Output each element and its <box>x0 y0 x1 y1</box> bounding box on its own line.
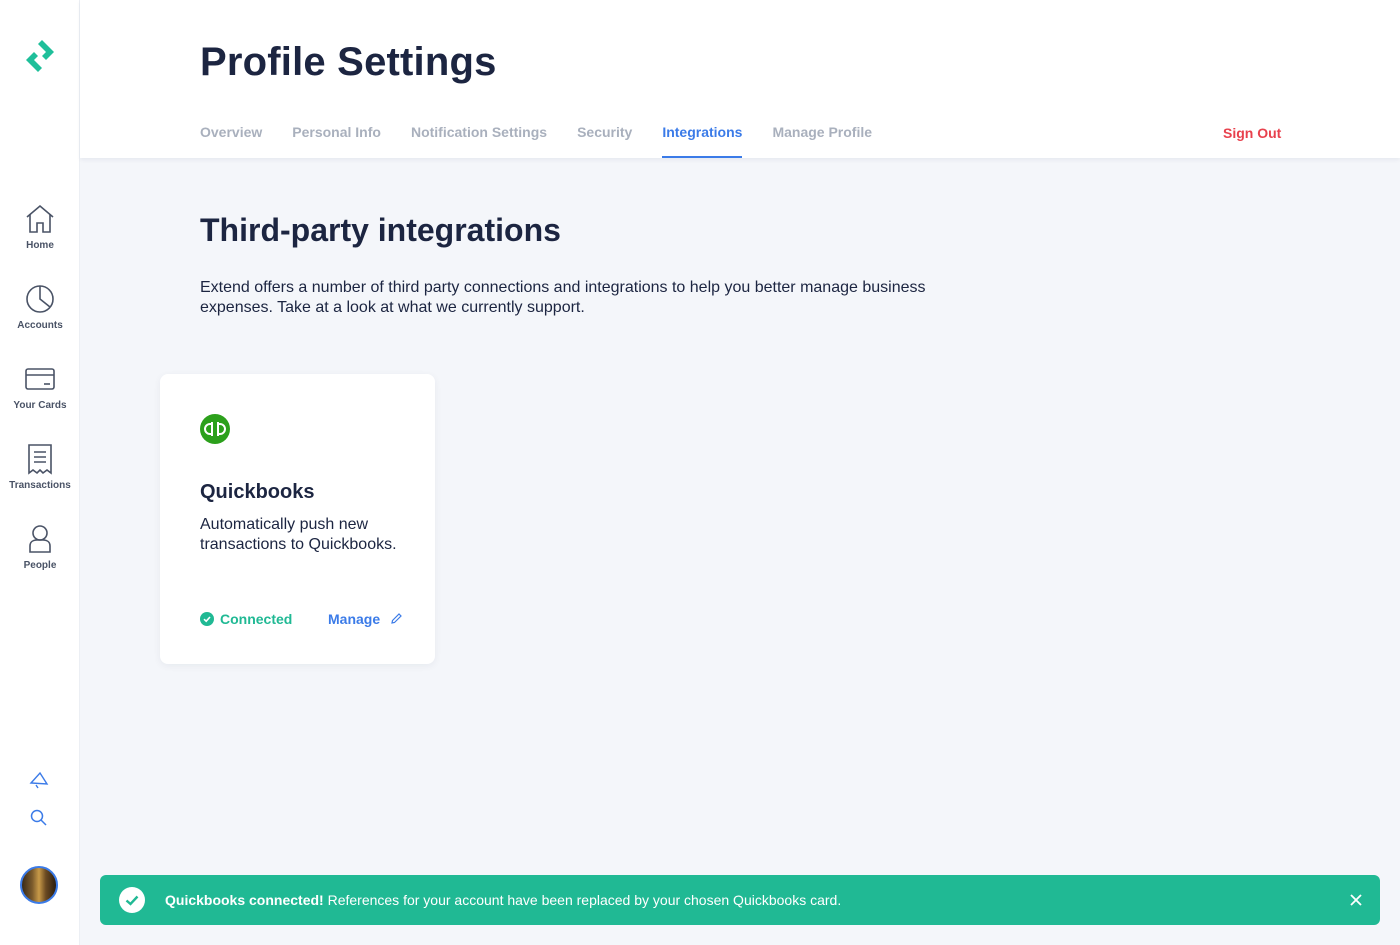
toast-title: Quickbooks connected! <box>165 892 324 908</box>
quickbooks-logo-icon <box>200 414 230 444</box>
tab-security[interactable]: Security <box>577 124 632 158</box>
receipt-icon <box>28 444 52 475</box>
pie-chart-icon <box>26 285 54 313</box>
person-icon <box>29 525 51 553</box>
settings-tabs: Overview Personal Info Notification Sett… <box>200 124 902 158</box>
tab-overview[interactable]: Overview <box>200 124 262 158</box>
sidebar-item-label: Accounts <box>17 320 63 331</box>
home-icon <box>26 204 54 233</box>
tab-notification-settings[interactable]: Notification Settings <box>411 124 547 158</box>
tab-integrations[interactable]: Integrations <box>662 124 743 158</box>
integration-description: Automatically push new transactions to Q… <box>200 516 397 553</box>
search-icon[interactable] <box>28 807 50 829</box>
sign-out-link[interactable]: Sign Out <box>1223 125 1281 141</box>
connection-status: Connected <box>200 611 292 627</box>
close-icon[interactable] <box>1349 893 1363 907</box>
toast-message: Quickbooks connected! References for you… <box>165 892 841 908</box>
credit-card-icon <box>25 368 55 390</box>
page-title: Profile Settings <box>200 40 497 84</box>
sidebar-item-transactions[interactable]: Transactions <box>0 442 80 512</box>
sidebar-item-label: People <box>23 560 57 571</box>
sidebar-item-your-cards[interactable]: Your Cards <box>0 362 80 432</box>
status-label: Connected <box>220 611 293 627</box>
sidebar-item-label: Transactions <box>9 480 71 491</box>
megaphone-icon[interactable] <box>28 769 50 791</box>
sidebar-item-label: Your Cards <box>13 400 67 411</box>
section-description: Extend offers a number of third party co… <box>200 279 926 316</box>
avatar[interactable] <box>20 866 58 904</box>
check-circle-icon <box>119 887 145 913</box>
toast-body: References for your account have been re… <box>323 892 842 908</box>
check-circle-icon <box>200 612 214 626</box>
manage-label: Manage <box>328 611 381 627</box>
tab-personal-info[interactable]: Personal Info <box>292 124 381 158</box>
sidebar-item-label: Home <box>26 240 54 251</box>
sidebar: Home Accounts Your Cards Transactions Pe… <box>0 0 80 945</box>
tab-manage-profile[interactable]: Manage Profile <box>772 124 872 158</box>
manage-button[interactable]: Manage <box>328 611 403 627</box>
pencil-icon <box>391 613 402 624</box>
header: Profile Settings Overview Personal Info … <box>80 0 1400 158</box>
sidebar-item-home[interactable]: Home <box>0 202 80 272</box>
extend-logo-icon[interactable] <box>24 38 58 78</box>
integration-card-quickbooks: Quickbooks Automatically push new transa… <box>160 374 435 664</box>
sidebar-item-accounts[interactable]: Accounts <box>0 282 80 352</box>
integration-name: Quickbooks <box>200 481 315 503</box>
sidebar-item-people[interactable]: People <box>0 522 80 592</box>
success-toast: Quickbooks connected! References for you… <box>100 875 1380 925</box>
section-title: Third-party integrations <box>200 212 561 248</box>
